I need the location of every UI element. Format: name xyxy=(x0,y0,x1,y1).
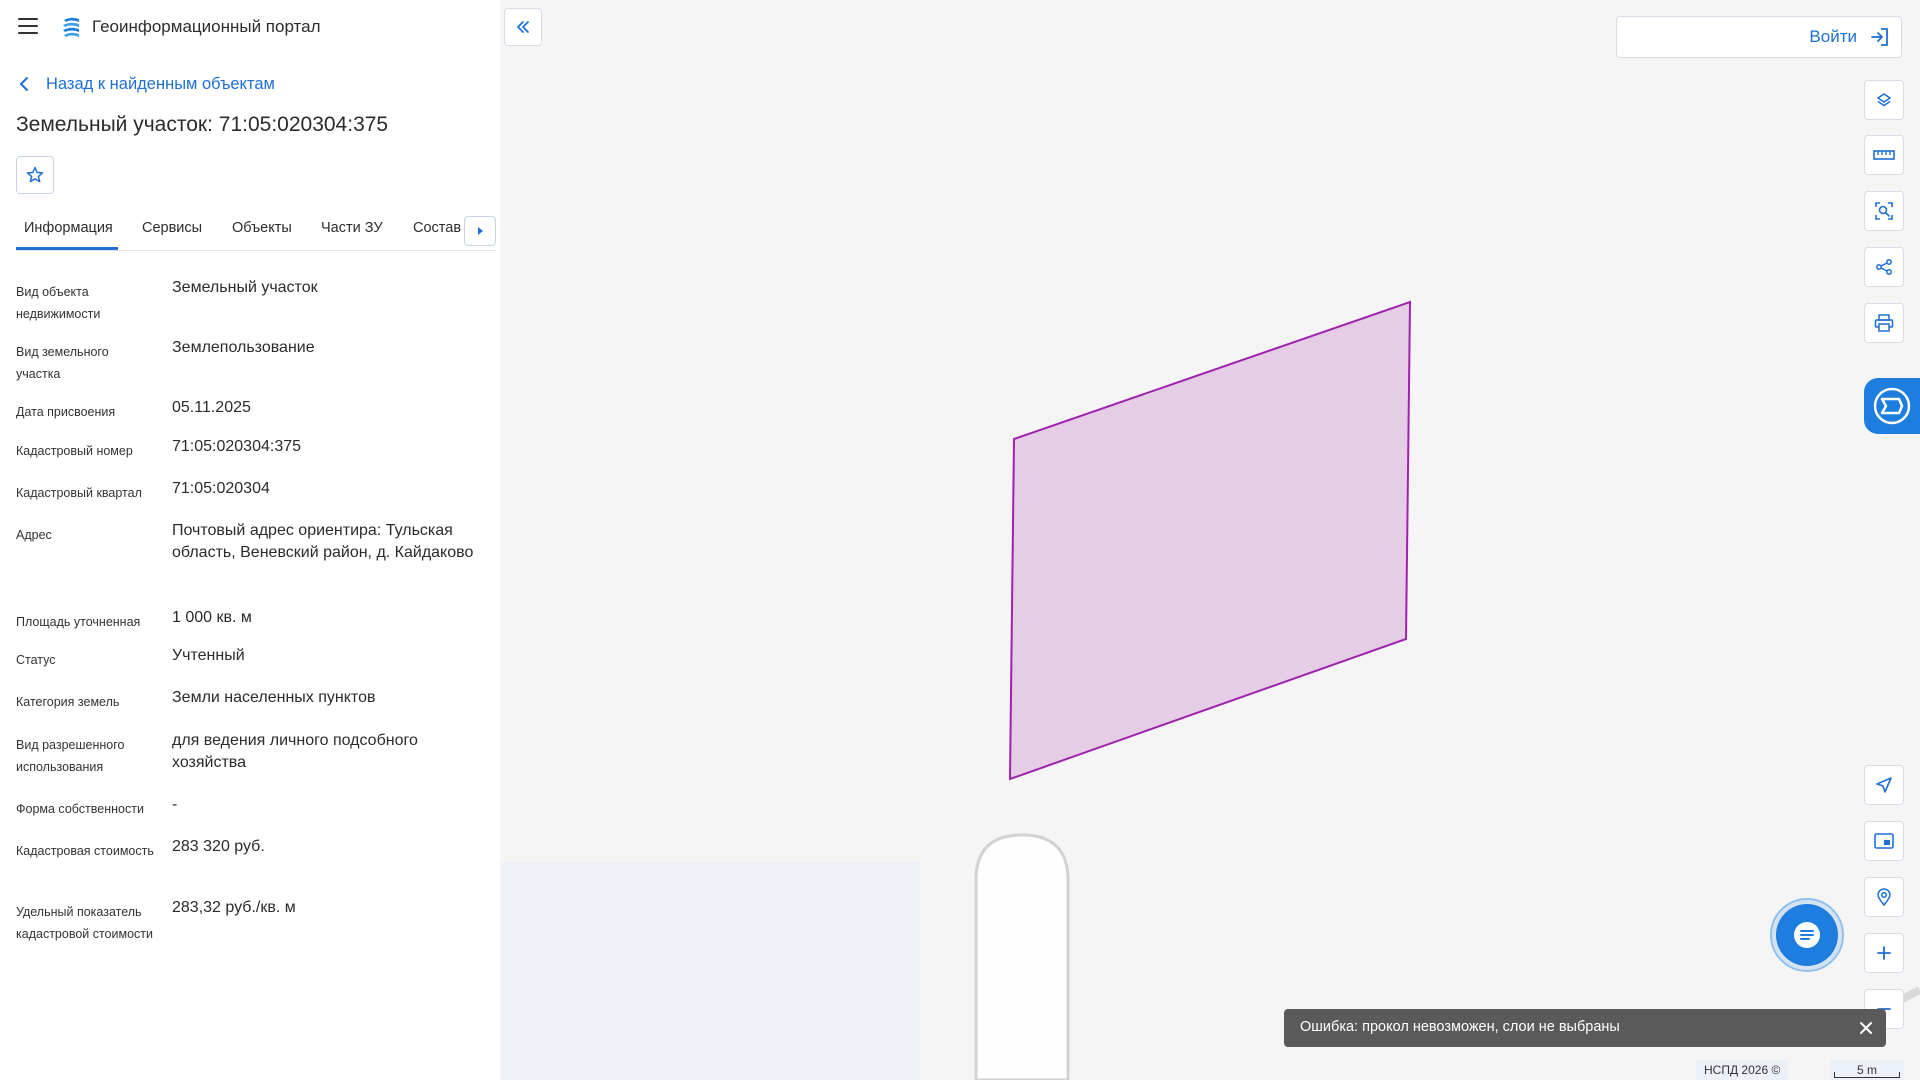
prop-value: 283,32 руб./кв. м xyxy=(172,899,296,916)
prop-key: Площадь уточненная xyxy=(16,615,141,629)
prop-key: Кадастровый квартал xyxy=(16,486,142,500)
prop-key: Дата присвоения xyxy=(16,405,116,419)
favorite-button[interactable] xyxy=(16,156,54,194)
map-scale: 5 m xyxy=(1830,1060,1904,1080)
login-icon xyxy=(1871,28,1888,46)
map-canvas xyxy=(974,300,1920,1080)
toast-message: Ошибка: прокол невозможен, слои не выбра… xyxy=(1300,1019,1620,1035)
chevron-right-icon xyxy=(478,227,483,235)
select-area-icon xyxy=(1875,202,1893,220)
prop-value: 71:05:020304:375 xyxy=(172,438,302,455)
minimap-icon xyxy=(1874,833,1894,849)
prop-value: 05.11.2025 xyxy=(172,399,251,416)
zoom-in-button[interactable] xyxy=(1864,933,1904,973)
star-icon xyxy=(26,166,44,183)
map-attribution[interactable]: НСПД 2026 © xyxy=(1696,1060,1789,1080)
menu-icon[interactable] xyxy=(18,18,38,34)
object-title: Земельный участок: 71:05:020304:375 xyxy=(16,113,389,136)
land-parcel-polygon[interactable] xyxy=(1008,300,1412,781)
measure-button[interactable] xyxy=(1864,135,1904,175)
prop-value: 1 000 кв. м xyxy=(172,609,252,626)
prop-key: Вид земельного участка xyxy=(16,345,109,381)
login-button[interactable]: Войти xyxy=(1616,16,1902,58)
double-chevron-left-icon xyxy=(517,21,529,33)
location-search-icon xyxy=(1877,888,1891,906)
ruler-icon xyxy=(1873,150,1895,160)
prop-key: Удельный показатель кадастровой стоимост… xyxy=(16,905,153,941)
close-icon[interactable] xyxy=(1856,1018,1876,1038)
assistant-button[interactable] xyxy=(1864,378,1920,434)
tab-objects[interactable]: Объекты xyxy=(232,220,292,236)
prop-value: Учтенный xyxy=(172,647,245,664)
layers-button[interactable] xyxy=(1864,80,1904,120)
tab-composition[interactable]: Состав xyxy=(413,220,461,236)
tabs-scroll-right-button[interactable] xyxy=(464,216,496,246)
tab-parcel-parts[interactable]: Части ЗУ xyxy=(321,220,383,236)
collapse-panel-button[interactable] xyxy=(504,8,542,46)
navigate-icon xyxy=(1876,777,1892,793)
prop-value: для ведения личного подсобного хозяйства xyxy=(172,732,418,771)
logo-icon xyxy=(63,17,79,37)
layers-icon xyxy=(1877,93,1891,107)
prop-key: Статус xyxy=(16,653,56,667)
assistant-icon xyxy=(1873,387,1911,425)
active-tab-indicator xyxy=(16,247,118,250)
tab-bar: Информация Сервисы Объекты Части ЗУ Сост… xyxy=(16,212,496,251)
share-button[interactable] xyxy=(1864,247,1904,287)
prop-key: Вид разрешенного использования xyxy=(16,738,125,774)
chevron-left-icon xyxy=(20,77,28,91)
select-area-button[interactable] xyxy=(1864,191,1904,231)
print-icon xyxy=(1874,314,1894,332)
chat-icon xyxy=(1794,922,1820,948)
prop-key: Кадастровая стоимость xyxy=(16,844,154,858)
info-panel: Геоинформационный портал Назад к найденн… xyxy=(0,0,500,1080)
login-label: Войти xyxy=(1809,27,1857,46)
share-icon xyxy=(1876,259,1892,275)
prop-key: Вид объекта недвижимости xyxy=(16,285,101,321)
tab-services[interactable]: Сервисы xyxy=(142,220,202,236)
scale-bar xyxy=(1834,1072,1900,1078)
back-to-results-link[interactable]: Назад к найденным объектам xyxy=(16,72,275,96)
prop-key: Категория земель xyxy=(16,695,120,709)
prop-value: Земельный участок xyxy=(172,279,318,296)
map-view[interactable]: Войти Ошибка: прокол невозможен, слои не… xyxy=(500,0,1920,1080)
app-title: Геоинформационный портал xyxy=(92,17,321,36)
location-search-button[interactable] xyxy=(1864,877,1904,917)
print-button[interactable] xyxy=(1864,303,1904,343)
prop-value: - xyxy=(172,796,178,813)
panel-header: Геоинформационный портал xyxy=(0,0,500,56)
tab-information[interactable]: Информация xyxy=(24,220,113,236)
prop-key: Адрес xyxy=(16,528,52,542)
prop-value: 71:05:020304 xyxy=(172,480,270,497)
minimap-button[interactable] xyxy=(1864,821,1904,861)
prop-value: 283 320 руб. xyxy=(172,838,265,855)
back-link-label: Назад к найденным объектам xyxy=(46,74,275,93)
navigate-button[interactable] xyxy=(1864,765,1904,805)
zoom-in-icon xyxy=(1877,946,1891,960)
error-toast: Ошибка: прокол невозможен, слои не выбра… xyxy=(1284,1009,1886,1047)
prop-value: Землепользование xyxy=(172,339,315,356)
prop-key: Кадастровый номер xyxy=(16,444,133,458)
chat-button[interactable] xyxy=(1776,904,1838,966)
map-road-shape xyxy=(974,833,1070,1080)
prop-value: Почтовый адрес ориентира: Тульская облас… xyxy=(172,522,474,561)
prop-key: Форма собственности xyxy=(16,802,144,816)
prop-value: Земли населенных пунктов xyxy=(172,689,376,706)
